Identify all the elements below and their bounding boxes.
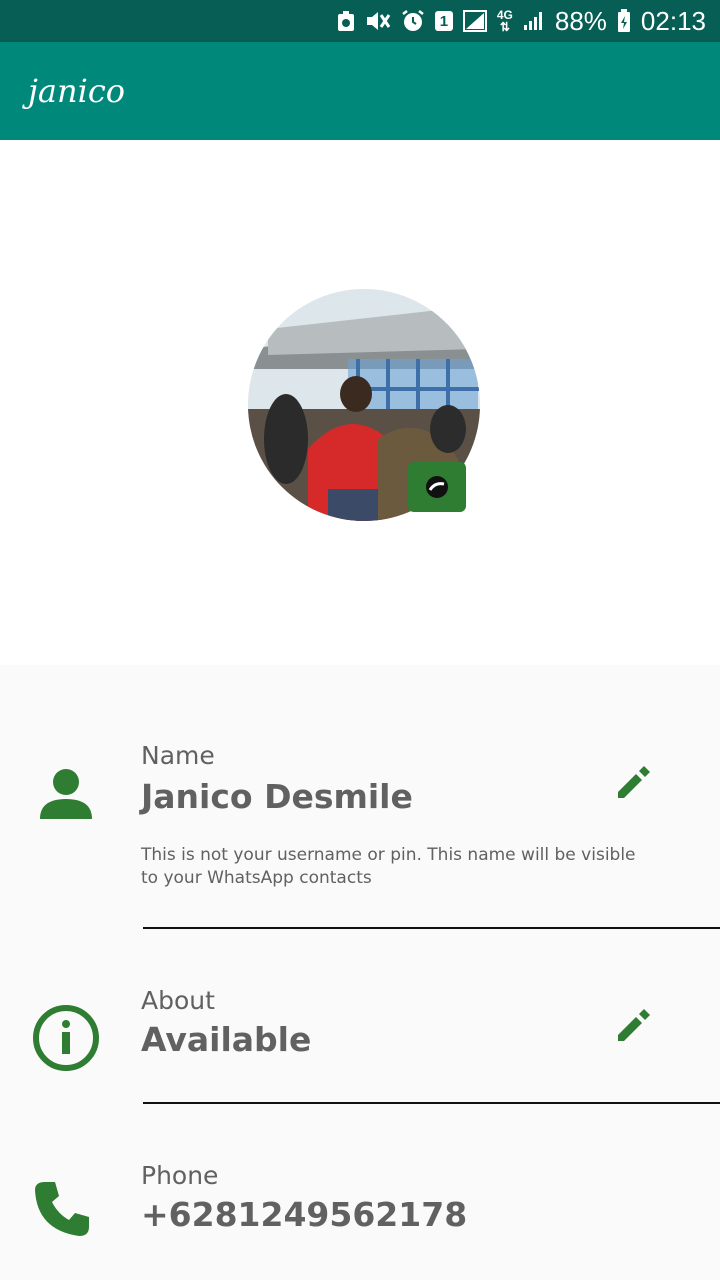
info-icon xyxy=(32,1004,100,1072)
clock: 02:13 xyxy=(640,5,706,36)
battery-charging-icon xyxy=(617,9,631,33)
battery-percent: 88% xyxy=(554,5,607,36)
change-photo-button[interactable] xyxy=(408,462,466,512)
person-icon xyxy=(36,763,96,823)
edit-about-button[interactable] xyxy=(612,1006,654,1048)
profile-photo-section xyxy=(0,140,720,665)
status-bar: 1 4G ⇅ 88% 02:13 xyxy=(0,0,720,42)
divider xyxy=(143,1102,720,1104)
phone-label: Phone xyxy=(141,1161,219,1190)
app-bar: janico xyxy=(0,42,720,140)
network-type: 4G ⇅ xyxy=(496,8,513,34)
cell-signal-icon xyxy=(523,11,545,31)
name-row[interactable]: Name Janico Desmile This is not your use… xyxy=(0,665,720,930)
divider xyxy=(143,927,720,929)
app-notification-icon xyxy=(337,10,355,32)
app-title: janico xyxy=(28,72,126,110)
about-value: Available xyxy=(141,1020,312,1059)
phone-icon xyxy=(32,1179,92,1239)
about-row[interactable]: About Available xyxy=(0,930,720,1105)
phone-value: +6281249562178 xyxy=(141,1195,468,1234)
name-value: Janico Desmile xyxy=(141,777,413,816)
camera-icon xyxy=(417,468,457,506)
about-label: About xyxy=(141,986,215,1015)
alarm-icon xyxy=(401,9,425,33)
signal-icon xyxy=(462,10,487,32)
mute-icon xyxy=(365,9,391,33)
pencil-icon xyxy=(615,1007,651,1047)
data-arrows-icon: ⇅ xyxy=(499,20,510,34)
pencil-icon xyxy=(615,764,651,804)
edit-name-button[interactable] xyxy=(612,763,654,805)
phone-row[interactable]: Phone +6281249562178 xyxy=(0,1105,720,1280)
name-label: Name xyxy=(141,741,215,770)
name-hint: This is not your username or pin. This n… xyxy=(141,845,636,888)
sim-icon: 1 xyxy=(434,11,453,31)
